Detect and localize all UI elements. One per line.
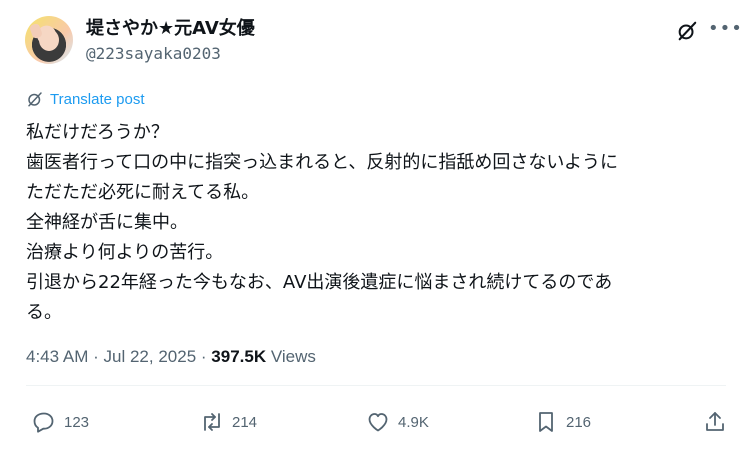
grok-icon[interactable] xyxy=(676,20,698,42)
tweet-meta: 4:43 AM · Jul 22, 2025 · 397.5K Views xyxy=(26,347,316,367)
retweet-icon xyxy=(204,413,220,431)
display-name[interactable]: 堤さやか★元AV女優 xyxy=(86,14,255,40)
like-button[interactable]: 4.9K xyxy=(366,410,429,434)
heart-icon xyxy=(368,413,388,432)
meta-separator: · xyxy=(93,347,99,366)
retweet-count: 214 xyxy=(232,413,258,431)
tweet-line: 治療より何よりの苦行。 xyxy=(26,242,224,263)
reply-button[interactable]: 123 xyxy=(32,410,89,434)
bookmark-count: 216 xyxy=(566,413,592,431)
reply-count: 123 xyxy=(64,413,90,431)
tweet-text: 私だけだろうか？ 歯医者行って口の中に指突っ込まれると、反射的に指舐め回さないよ… xyxy=(26,118,726,328)
tweet-line: 引退から22年経った今もなお、AV出演後遺症に悩まされ続けてるのであ xyxy=(26,272,613,293)
like-count: 4.9K xyxy=(398,413,429,431)
tweet-line: 歯医者行って口の中に指突っ込まれると、反射的に指舐め回さないように xyxy=(26,152,619,173)
share-icon xyxy=(706,412,724,431)
user-handle[interactable]: @223sayaka0203 xyxy=(86,44,221,63)
action-bar: 123 214 4.9K 216 xyxy=(0,400,746,446)
tweet-line: る。 xyxy=(26,302,62,323)
views-count: 397.5K xyxy=(211,347,267,366)
retweet-button[interactable]: 214 xyxy=(200,410,257,434)
tweet-time[interactable]: 4:43 AM xyxy=(26,347,88,366)
share-button[interactable] xyxy=(703,410,727,434)
translate-label: Translate post xyxy=(50,90,145,108)
tweet-line: 私だけだろうか？ xyxy=(26,122,169,143)
bookmark-button[interactable]: 216 xyxy=(534,410,591,434)
tweet-line: 全神経が舌に集中。 xyxy=(26,212,188,233)
tweet-date[interactable]: Jul 22, 2025 xyxy=(104,347,197,366)
avatar[interactable] xyxy=(25,16,73,64)
translate-post-button[interactable]: Translate post xyxy=(26,90,145,108)
bookmark-icon xyxy=(539,412,553,432)
reply-icon xyxy=(33,412,54,433)
views-label: Views xyxy=(270,347,316,366)
tweet-card: 堤さやか★元AV女優 @223sayaka0203 ••• Translate … xyxy=(0,0,746,461)
more-icon[interactable]: ••• xyxy=(708,18,742,42)
translate-icon xyxy=(28,92,42,107)
meta-separator: · xyxy=(200,347,207,366)
tweet-line: ただただ必死に耐えてる私。 xyxy=(26,182,260,203)
divider xyxy=(26,385,726,386)
